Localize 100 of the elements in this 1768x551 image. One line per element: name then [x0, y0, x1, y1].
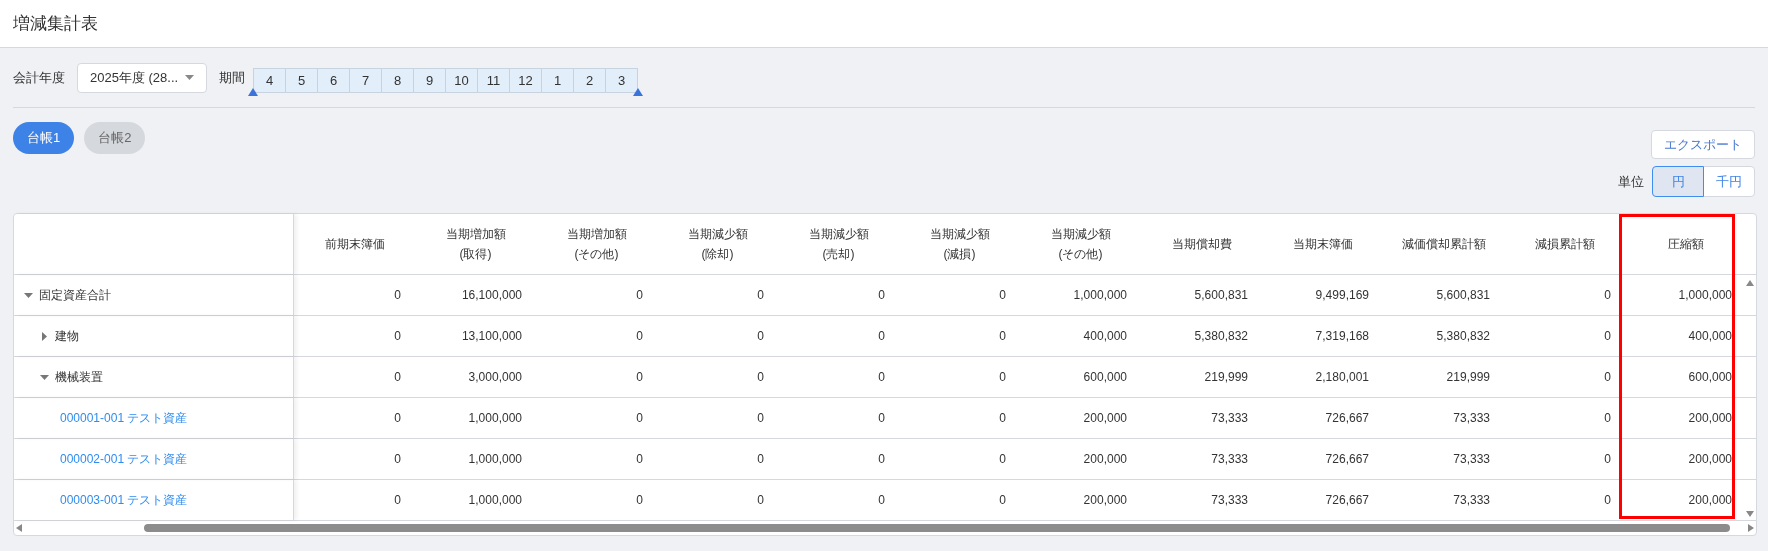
table-cell-text: 0 — [999, 451, 1006, 468]
range-handle-icon[interactable] — [633, 88, 643, 96]
table-cell-text: 0 — [1604, 410, 1611, 427]
month-cell[interactable]: 11 — [477, 68, 510, 93]
scroll-right-icon[interactable] — [1748, 524, 1754, 532]
column-header: 前期末簿価 — [324, 236, 385, 253]
range-handle-icon[interactable] — [248, 88, 258, 96]
table-cell-text: 726,667 — [1325, 410, 1369, 427]
scroll-down-icon[interactable] — [1746, 511, 1754, 517]
table-cell-text: 0 — [757, 410, 764, 427]
asset-link[interactable]: 000003-001 テスト資産 — [60, 491, 188, 509]
table-cell-text: 0 — [878, 410, 885, 427]
table-cell-text: 1,000,000 — [468, 410, 522, 427]
table-cell-text: 0 — [394, 328, 401, 345]
month-cell[interactable]: 7 — [349, 68, 382, 93]
month-cell[interactable]: 10 — [445, 68, 478, 93]
table-cell-text: 2,180,001 — [1315, 369, 1369, 386]
table-cell-text: 200,000 — [1083, 451, 1127, 468]
table-cell-text: 0 — [999, 369, 1006, 386]
table-cell-text: 0 — [394, 451, 401, 468]
column-header: 当期増加額 (取得) — [445, 226, 506, 263]
table-cell-text: 726,667 — [1325, 451, 1369, 468]
table-cell-text: 0 — [636, 410, 643, 427]
row-label: 固定資産合計 — [39, 287, 111, 304]
column-header: 当期減少額 (売却) — [808, 226, 869, 263]
table-cell-text: 0 — [636, 492, 643, 509]
table-cell-text: 0 — [394, 410, 401, 427]
unit-label: 単位 — [1618, 172, 1644, 191]
month-cell[interactable]: 9 — [413, 68, 446, 93]
page-title: 増減集計表 — [13, 12, 98, 35]
table-cell-text: 200,000 — [1083, 492, 1127, 509]
table-cell-text: 0 — [394, 369, 401, 386]
column-header: 当期減少額 (減損) — [929, 226, 990, 263]
table-cell-text: 73,333 — [1453, 410, 1490, 427]
table-cell-text: 0 — [878, 287, 885, 304]
table-cell-text: 9,499,169 — [1315, 287, 1369, 304]
table-cell-text: 1,000,000 — [468, 451, 522, 468]
month-cell[interactable]: 5 — [285, 68, 318, 93]
month-cell[interactable]: 12 — [509, 68, 542, 93]
table-cell-text: 600,000 — [1083, 369, 1127, 386]
column-header: 当期償却費 — [1171, 236, 1232, 253]
period-label: 期間 — [219, 68, 245, 87]
table-cell-text: 0 — [1604, 328, 1611, 345]
table-cell-text: 726,667 — [1325, 492, 1369, 509]
caret-down-icon[interactable] — [40, 372, 49, 382]
table-cell-text: 73,333 — [1453, 451, 1490, 468]
table-cell-text: 200,000 — [1688, 451, 1732, 468]
horizontal-scrollbar[interactable] — [144, 524, 1730, 532]
table-cell-text: 13,100,000 — [461, 328, 522, 345]
table-cell-text: 0 — [999, 328, 1006, 345]
table-cell-text: 5,600,831 — [1194, 287, 1248, 304]
table-cell-text: 0 — [1604, 369, 1611, 386]
table-cell-text: 0 — [636, 369, 643, 386]
table-cell-text: 0 — [878, 451, 885, 468]
ledger-tab[interactable]: 台帳2 — [84, 122, 146, 154]
month-cell[interactable]: 4 — [253, 68, 286, 93]
column-header: 当期減少額 (その他) — [1050, 226, 1111, 263]
column-header: 減損累計額 — [1534, 236, 1595, 253]
table-cell-text: 73,333 — [1211, 410, 1248, 427]
table-cell-text: 0 — [878, 328, 885, 345]
table-cell-text: 200,000 — [1688, 410, 1732, 427]
month-cell[interactable]: 8 — [381, 68, 414, 93]
month-cell[interactable]: 6 — [317, 68, 350, 93]
row-label: 機械装置 — [55, 369, 103, 386]
row-label: 建物 — [55, 328, 79, 345]
ledger-tab[interactable]: 台帳1 — [13, 122, 75, 154]
fiscal-year-select[interactable]: 2025年度 (28... — [77, 62, 207, 93]
month-cell[interactable]: 2 — [573, 68, 606, 93]
table-cell-text: 0 — [757, 369, 764, 386]
table-cell-text: 600,000 — [1688, 369, 1732, 386]
month-cell[interactable]: 1 — [541, 68, 574, 93]
unit-option[interactable]: 千円 — [1703, 166, 1755, 197]
table-cell-text: 400,000 — [1083, 328, 1127, 345]
table-cell-text: 3,000,000 — [468, 369, 522, 386]
caret-down-icon[interactable] — [24, 290, 33, 300]
table-cell-text: 0 — [1604, 287, 1611, 304]
table-cell-text: 0 — [636, 451, 643, 468]
table-cell-text: 0 — [999, 492, 1006, 509]
caret-right-icon[interactable] — [40, 331, 49, 341]
table-cell-text: 7,319,168 — [1315, 328, 1369, 345]
scroll-up-icon[interactable] — [1746, 280, 1754, 286]
table-cell-text: 0 — [1604, 451, 1611, 468]
column-header: 当期増加額 (その他) — [566, 226, 627, 263]
table-cell-text: 0 — [878, 369, 885, 386]
table-cell-text: 0 — [757, 451, 764, 468]
table-cell-text: 0 — [999, 287, 1006, 304]
column-header: 減価償却累計額 — [1401, 236, 1486, 253]
fiscal-year-label: 会計年度 — [13, 68, 65, 87]
table-cell-text: 0 — [636, 287, 643, 304]
table-cell-text: 219,999 — [1446, 369, 1490, 386]
month-cell[interactable]: 3 — [605, 68, 638, 93]
table-cell-text: 0 — [1604, 492, 1611, 509]
scroll-left-icon[interactable] — [16, 524, 22, 532]
export-button[interactable]: エクスポート — [1651, 130, 1755, 159]
table-cell-text: 73,333 — [1211, 451, 1248, 468]
table-cell-text: 0 — [636, 328, 643, 345]
table-cell-text: 219,999 — [1204, 369, 1248, 386]
asset-link[interactable]: 000002-001 テスト資産 — [60, 450, 188, 468]
table-cell-text: 1,000,000 — [1073, 287, 1127, 304]
asset-link[interactable]: 000001-001 テスト資産 — [60, 409, 188, 427]
